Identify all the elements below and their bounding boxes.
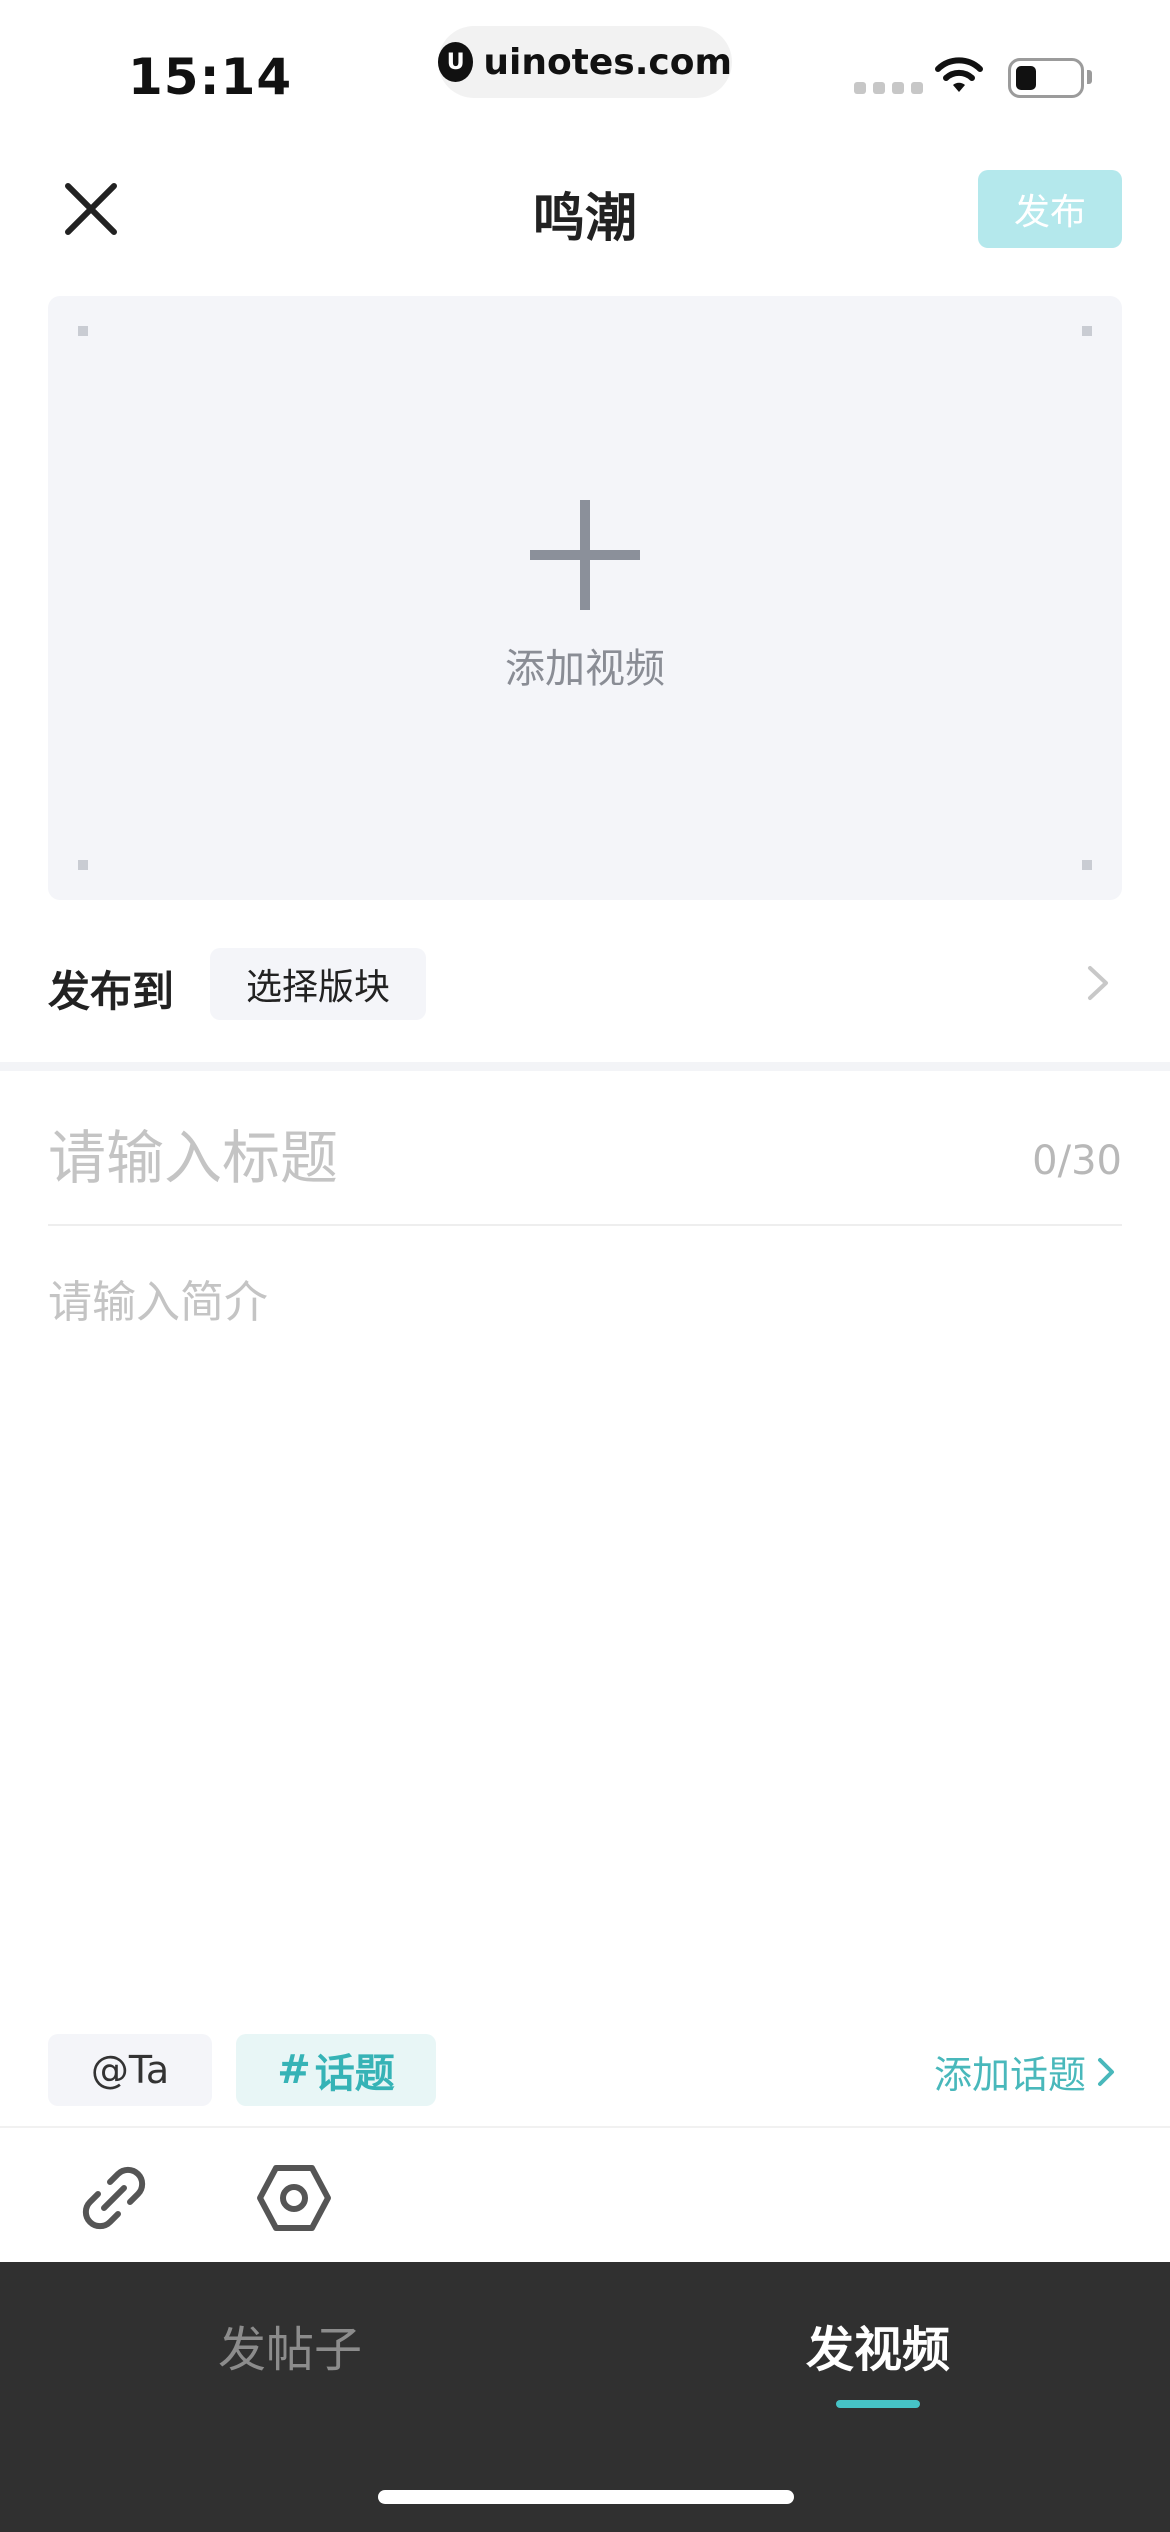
title-input[interactable] [48, 1124, 948, 1192]
topic-label: 话题 [314, 2051, 395, 2097]
site-logo-icon: U [438, 42, 474, 82]
active-tab-indicator [836, 2400, 920, 2408]
publish-button[interactable]: 发布 [978, 170, 1122, 248]
corner-mark [1082, 860, 1092, 870]
battery-tip [1087, 70, 1092, 84]
chevron-right-icon [1098, 2057, 1115, 2086]
add-topic-label: 添加话题 [934, 2053, 1087, 2097]
url-pill[interactable]: U uinotes.com [438, 26, 732, 98]
add-topic-link[interactable]: 添加话题 [934, 2044, 1116, 2099]
toolbar-divider [0, 2126, 1170, 2128]
plus-icon[interactable] [530, 500, 640, 610]
wifi-icon [935, 57, 983, 92]
section-divider [0, 1062, 1170, 1071]
mention-button[interactable]: @Ta [48, 2034, 212, 2106]
battery-icon [1008, 58, 1084, 98]
status-time: 15:14 [128, 48, 293, 106]
add-video-label: 添加视频 [505, 646, 665, 692]
intro-input[interactable] [48, 1266, 1122, 1966]
title-char-counter: 0/30 [1032, 1138, 1122, 1184]
title-divider [48, 1224, 1122, 1226]
corner-mark [78, 860, 88, 870]
hexagon-nut-icon[interactable] [256, 2160, 332, 2236]
corner-mark [1082, 326, 1092, 336]
link-icon[interactable] [76, 2160, 152, 2236]
corner-mark [78, 326, 88, 336]
tab-video[interactable]: 发视频 [748, 2310, 1008, 2380]
url-text: uinotes.com [483, 41, 732, 83]
cellular-signal-icon [854, 82, 923, 94]
topic-button[interactable]: # 话题 [236, 2034, 436, 2106]
chevron-right-icon[interactable] [1086, 964, 1110, 1002]
hash-icon: # [277, 2047, 311, 2093]
home-indicator[interactable] [378, 2490, 794, 2504]
tab-post[interactable]: 发帖子 [160, 2310, 420, 2380]
publish-to-label: 发布到 [48, 967, 175, 1016]
select-section-button[interactable]: 选择版块 [210, 948, 426, 1020]
